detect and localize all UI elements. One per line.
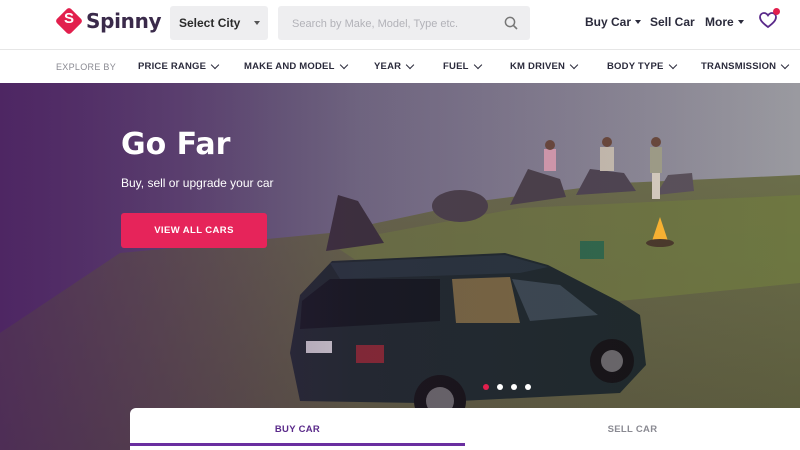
filter-label: PRICE RANGE [138,61,207,72]
chevron-down-icon [339,60,348,70]
carousel-dots [483,384,531,390]
select-city-label: Select City [179,16,241,30]
filter-label: MAKE AND MODEL [244,61,335,72]
nav-sell-car-label: Sell Car [650,15,695,29]
view-all-cars-button[interactable]: VIEW ALL CARS [121,213,267,248]
hero-image [0,83,800,450]
chevron-down-icon [569,60,579,70]
carousel-dot[interactable] [525,384,531,390]
tab-sell-car-label: SELL CAR [607,423,658,435]
nav-more[interactable]: More [705,15,744,29]
chevron-down-icon [635,20,642,24]
explore-by-label: EXPLORE BY [56,62,117,72]
filter-label: KM DRIVEN [510,61,566,72]
filter-label: YEAR [374,61,402,72]
tab-buy-car-label: BUY CAR [274,423,321,435]
tab-sell-car[interactable]: SELL CAR [465,408,800,450]
chevron-down-icon [668,60,677,70]
filter-price-range[interactable]: PRICE RANGE [138,60,220,72]
carousel-dot[interactable] [483,384,489,390]
explore-filter-bar: EXPLORE BY PRICE RANGE MAKE AND MODEL YE… [0,51,800,83]
search-icon[interactable] [504,16,518,30]
hero-subtitle: Buy, sell or upgrade your car [121,176,274,190]
notification-dot [773,8,780,15]
carousel-dot[interactable] [497,384,503,390]
filter-year[interactable]: YEAR [374,60,415,72]
filter-body-type[interactable]: BODY TYPE [607,60,677,72]
filter-transmission[interactable]: TRANSMISSION [701,60,790,72]
chevron-down-icon [781,60,790,70]
search-input[interactable] [290,6,494,42]
filter-label: FUEL [443,61,469,72]
logo-mark-icon: S [54,6,84,36]
filter-make-and-model[interactable]: MAKE AND MODEL [244,60,348,72]
chevron-down-icon [473,60,482,70]
filter-label: TRANSMISSION [701,61,777,72]
nav-more-label: More [705,15,734,29]
filter-km-driven[interactable]: KM DRIVEN [510,60,579,72]
hero-title: Go Far [121,127,231,162]
chevron-down-icon [737,20,744,24]
tab-buy-car[interactable]: BUY CAR [130,408,465,450]
wishlist-button[interactable] [758,8,780,30]
logo-text: Spinny [86,9,162,33]
nav-buy-car[interactable]: Buy Car [585,15,642,29]
carousel-dot[interactable] [511,384,517,390]
hero-banner: Go Far Buy, sell or upgrade your car VIE… [0,83,800,450]
filter-fuel[interactable]: FUEL [443,60,482,72]
top-header: S Spinny Select City Buy Car Sell Car Mo… [0,0,800,50]
spinny-logo[interactable]: S Spinny [54,6,162,36]
nav-sell-car[interactable]: Sell Car [650,15,695,29]
search-bar [278,6,530,42]
chevron-down-icon [405,60,415,70]
chevron-down-icon [254,21,260,25]
chevron-down-icon [210,60,220,70]
select-city-dropdown[interactable]: Select City [170,6,268,40]
buy-sell-tabs: BUY CAR SELL CAR [130,408,800,450]
filter-label: BODY TYPE [607,61,664,72]
nav-buy-car-label: Buy Car [585,15,632,29]
